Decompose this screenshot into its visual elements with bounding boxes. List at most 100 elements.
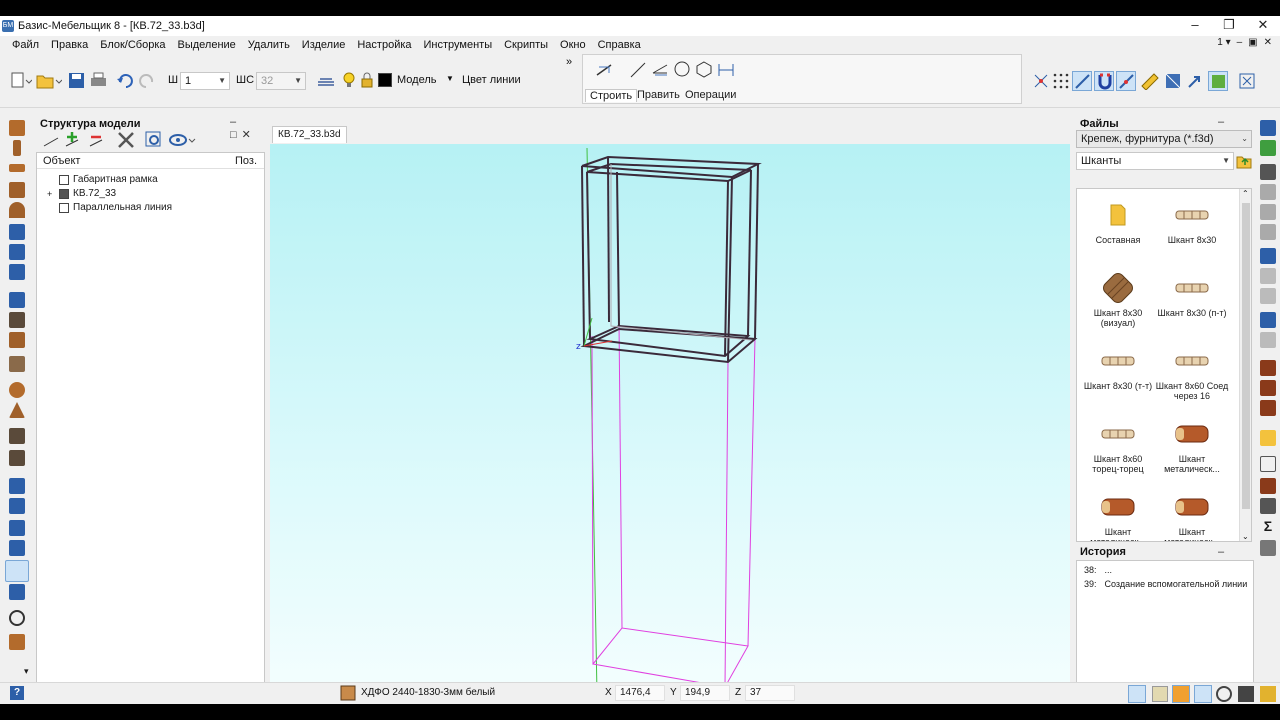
- file-item[interactable]: Шкант 8x30 (т-т): [1081, 341, 1155, 391]
- edge-band4-icon[interactable]: [1260, 224, 1276, 240]
- menu-item[interactable]: Инструменты: [418, 39, 499, 51]
- snap-tangent-icon[interactable]: [1116, 71, 1136, 91]
- width-combo[interactable]: 1 ▼: [180, 72, 230, 90]
- file-item[interactable]: Шкант 8x60 Соед через 16: [1155, 341, 1229, 401]
- menu-item[interactable]: Окно: [554, 39, 592, 51]
- handle-icon[interactable]: [1260, 498, 1276, 514]
- revolve-icon[interactable]: [9, 450, 25, 466]
- material-icon[interactable]: [9, 634, 25, 650]
- refresh-view-icon[interactable]: [1208, 71, 1228, 91]
- menu-item[interactable]: Настройка: [351, 39, 417, 51]
- box-top-icon[interactable]: [9, 540, 25, 556]
- tree-add-icon[interactable]: [64, 130, 82, 150]
- panel-frontal-icon[interactable]: [9, 120, 25, 136]
- tree-row[interactable]: Параллельная линия: [47, 202, 172, 213]
- tab-build[interactable]: Строить: [585, 89, 638, 102]
- horizontal-divider-icon[interactable]: [9, 264, 25, 280]
- dimension-tool-icon[interactable]: [717, 61, 735, 79]
- bent-panel-icon[interactable]: [9, 332, 25, 348]
- folder-up-icon[interactable]: [1236, 152, 1252, 170]
- rotate-icon[interactable]: [9, 610, 25, 626]
- mdi-close-button[interactable]: ✕: [1264, 37, 1272, 48]
- menu-item[interactable]: Выделение: [172, 39, 242, 51]
- box-move-icon[interactable]: [9, 584, 25, 600]
- zoom-object-icon[interactable]: [144, 130, 164, 150]
- menu-item[interactable]: Правка: [45, 39, 94, 51]
- edge-band3-icon[interactable]: [1260, 204, 1276, 220]
- panel-controls[interactable]: –□✕: [230, 116, 265, 141]
- view-cube-icon[interactable]: [1164, 72, 1182, 90]
- report-icon[interactable]: [1260, 540, 1276, 556]
- minimize-button[interactable]: –: [1178, 16, 1212, 36]
- file-item[interactable]: Шкант металическ...: [1081, 487, 1155, 541]
- tab-operations[interactable]: Операции: [681, 89, 740, 101]
- menu-item[interactable]: Удалить: [242, 39, 296, 51]
- status-zoom-icon[interactable]: [1216, 686, 1232, 702]
- circle-tool-icon[interactable]: [673, 60, 691, 78]
- scrollbar-thumb[interactable]: [1242, 203, 1250, 509]
- print-icon[interactable]: [90, 72, 108, 90]
- history-row[interactable]: 39: Создание вспомогательной линии: [1084, 579, 1247, 589]
- mdi-window-selector[interactable]: 1 ▾: [1217, 37, 1230, 48]
- panel-vertical-icon[interactable]: [13, 140, 21, 156]
- menu-item[interactable]: Изделие: [296, 39, 352, 51]
- polygon-tool-icon[interactable]: [695, 60, 713, 78]
- status-eraser-icon[interactable]: [1260, 686, 1276, 702]
- visibility-icon[interactable]: [168, 130, 196, 150]
- profile-icon[interactable]: [9, 292, 25, 308]
- lightbulb-icon[interactable]: [342, 71, 356, 89]
- sticker-icon[interactable]: [1260, 430, 1276, 446]
- menu-item[interactable]: Справка: [592, 39, 647, 51]
- panel-curved-icon[interactable]: [9, 202, 25, 218]
- status-tree-icon[interactable]: [1128, 685, 1146, 703]
- fit-view-icon[interactable]: [1238, 72, 1256, 90]
- line-color-swatch[interactable]: [378, 73, 392, 87]
- 3d-viewport[interactable]: z: [270, 144, 1070, 694]
- texture-icon[interactable]: [1260, 312, 1276, 328]
- ruler-icon[interactable]: [1140, 72, 1160, 90]
- texture2-icon[interactable]: [1260, 332, 1276, 348]
- status-box-icon[interactable]: [1238, 686, 1254, 702]
- panel-edit2-icon[interactable]: [1260, 268, 1276, 284]
- open-folder-icon[interactable]: [36, 72, 62, 90]
- angle-line-tool-icon[interactable]: [651, 61, 669, 79]
- vertical-divider-icon[interactable]: [9, 244, 25, 260]
- sphere-icon[interactable]: [9, 382, 25, 398]
- tree-expander[interactable]: +: [47, 189, 55, 199]
- box-front-icon[interactable]: [9, 498, 25, 514]
- mdi-minimize-button[interactable]: –: [1237, 37, 1243, 48]
- panel-edit-icon[interactable]: [1260, 248, 1276, 264]
- save-icon[interactable]: [68, 72, 86, 90]
- menu-item[interactable]: Скрипты: [498, 39, 554, 51]
- arch-icon[interactable]: [9, 312, 25, 328]
- mdi-restore-button[interactable]: ▣: [1248, 37, 1257, 48]
- properties-icon[interactable]: [1260, 120, 1276, 136]
- close-button[interactable]: ✕: [1246, 16, 1280, 36]
- undo-icon[interactable]: [116, 72, 134, 90]
- category-select[interactable]: Крепеж, фурнитура (*.f3d) ⌄: [1076, 130, 1252, 148]
- box-wire-icon[interactable]: [9, 478, 25, 494]
- snap-grid-icon[interactable]: [1032, 72, 1050, 90]
- magnet-icon[interactable]: [1094, 71, 1114, 91]
- file-item[interactable]: Составная: [1081, 195, 1155, 245]
- fasteners-add-icon[interactable]: [1260, 380, 1276, 396]
- help-icon[interactable]: ?: [10, 686, 24, 700]
- sketch-tool-icon[interactable]: [595, 61, 615, 79]
- tools-icon[interactable]: [116, 130, 136, 150]
- redo-icon[interactable]: [138, 72, 156, 90]
- new-file-icon[interactable]: [10, 72, 32, 90]
- chevron-down-icon[interactable]: ▼: [446, 74, 454, 83]
- box-side-icon[interactable]: [9, 520, 25, 536]
- panel-horizontal-icon[interactable]: [9, 164, 25, 172]
- scroll-down-icon[interactable]: ⌄: [1242, 532, 1249, 541]
- scissors-icon[interactable]: [1260, 456, 1276, 472]
- panel-edit3-icon[interactable]: [1260, 288, 1276, 304]
- status-grid-icon[interactable]: [1172, 685, 1190, 703]
- maximize-button[interactable]: ❐: [1212, 16, 1246, 36]
- door-icon[interactable]: [1260, 478, 1276, 494]
- hole-icon[interactable]: [9, 356, 25, 372]
- snap-points-icon[interactable]: [1052, 72, 1070, 90]
- layers-icon[interactable]: [316, 72, 336, 90]
- document-tab[interactable]: КВ.72_33.b3d: [272, 126, 347, 143]
- snap-line-icon[interactable]: [1072, 71, 1092, 91]
